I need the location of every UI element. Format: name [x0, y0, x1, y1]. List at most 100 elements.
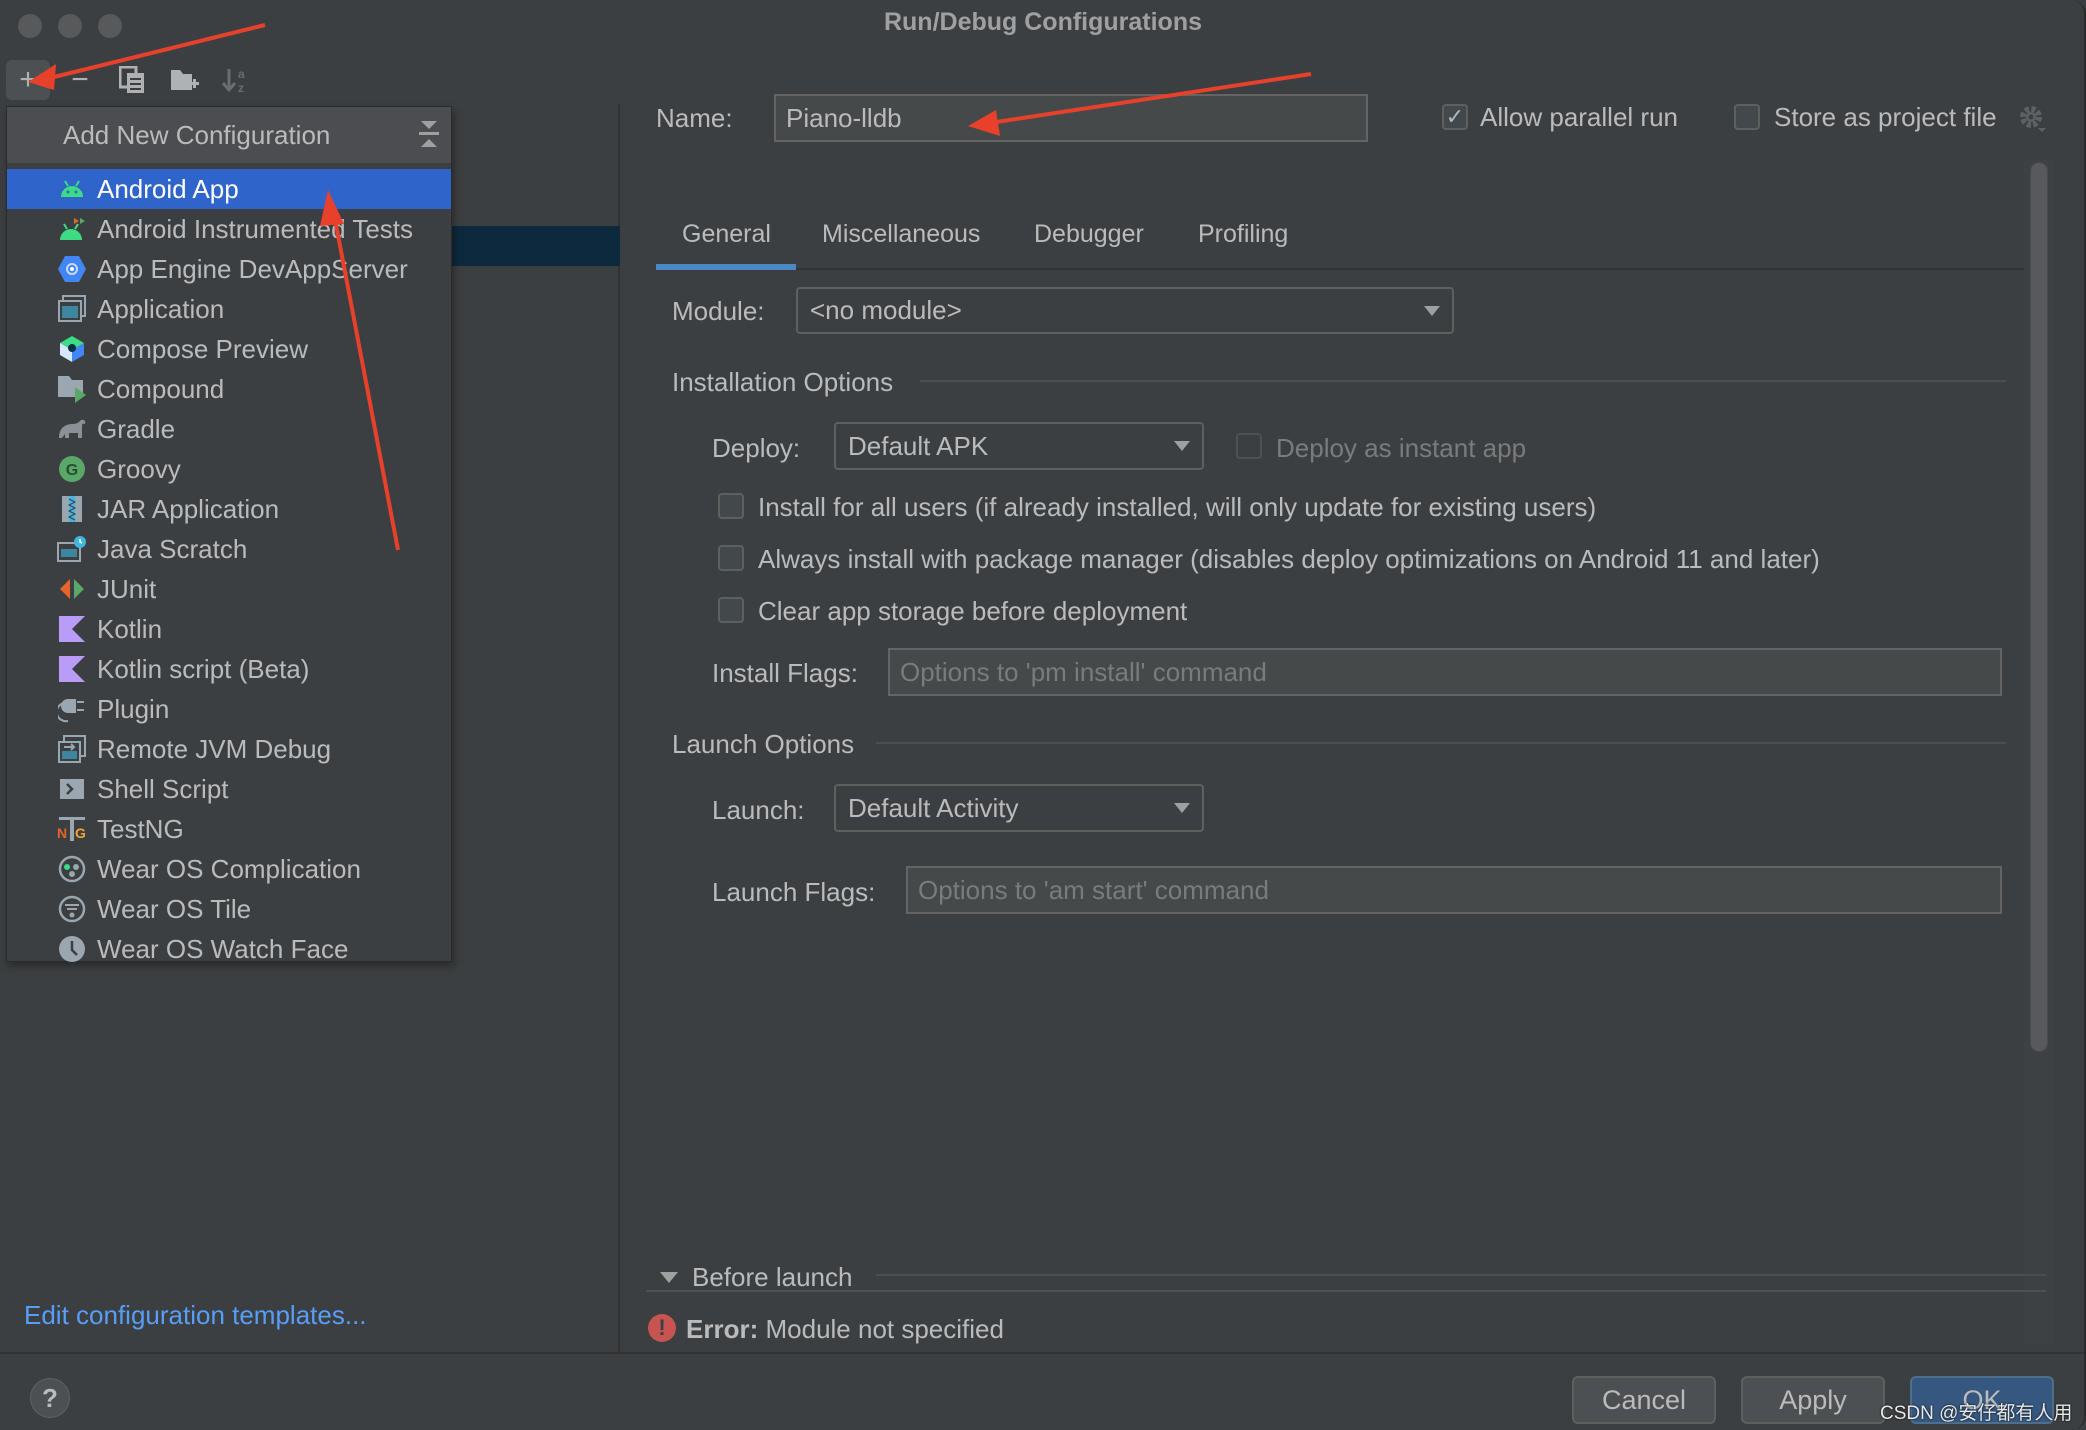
before-launch-divider [876, 1274, 2046, 1276]
plus-icon: + [19, 63, 37, 96]
kotlin-icon [57, 614, 87, 644]
store-as-project-file-checkbox[interactable] [1734, 104, 1760, 130]
popup-item-compose-preview[interactable]: Compose Preview [7, 329, 451, 369]
popup-item-plugin[interactable]: Plugin [7, 689, 451, 729]
popup-item-label: Compound [97, 373, 225, 404]
popup-item-shell-script[interactable]: Shell Script [7, 769, 451, 809]
module-dropdown[interactable]: <no module> [796, 287, 1454, 334]
wear-watchface-icon [57, 934, 87, 964]
popup-title: Add New Configuration [63, 119, 331, 150]
android-icon [57, 174, 87, 204]
installation-options-heading: Installation Options [672, 367, 894, 397]
install-flags-field[interactable] [888, 648, 2002, 696]
error-prefix: Error: [686, 1314, 759, 1344]
allow-parallel-run-label: Allow parallel run [1480, 102, 1678, 132]
popup-item-label: Android App [97, 173, 239, 204]
name-input[interactable] [786, 102, 1366, 134]
installation-options-divider [920, 380, 2006, 382]
popup-item-label: App Engine DevAppServer [97, 253, 408, 284]
clear-app-storage-checkbox[interactable] [718, 597, 744, 623]
before-launch-toggle[interactable]: Before launch [660, 1262, 852, 1293]
allow-parallel-run-checkbox[interactable]: ✓ [1442, 104, 1468, 130]
remove-configuration-button[interactable]: − [58, 60, 102, 100]
install-for-all-users-checkbox[interactable] [718, 493, 744, 519]
always-install-package-manager-checkbox[interactable] [718, 545, 744, 571]
add-configuration-button[interactable]: + [6, 60, 50, 100]
popup-item-remote-jvm-debug[interactable]: Remote JVM Debug [7, 729, 451, 769]
collapse-all-icon[interactable] [417, 117, 441, 151]
watermark-text: CSDN @安仔都有人用 [1880, 1403, 2073, 1424]
cancel-button[interactable]: Cancel [1572, 1376, 1716, 1424]
wear-tile-icon [57, 894, 87, 924]
launch-flags-label: Launch Flags: [712, 877, 876, 907]
java-scratch-icon [57, 534, 87, 564]
popup-item-label: Kotlin [97, 613, 163, 644]
before-launch-label: Before launch [692, 1262, 853, 1292]
popup-item-android-instrumented-tests[interactable]: Android Instrumented Tests [7, 209, 451, 249]
popup-item-app-engine-devappserver[interactable]: App Engine DevAppServer [7, 249, 451, 289]
application-icon [57, 294, 87, 324]
deploy-dropdown[interactable]: Default APK [834, 422, 1204, 470]
launch-flags-field[interactable] [906, 866, 2002, 914]
launch-flags-input[interactable] [918, 874, 2000, 906]
testng-icon: NG [57, 814, 87, 844]
apply-button[interactable]: Apply [1741, 1376, 1885, 1424]
compose-preview-icon [57, 334, 87, 364]
popup-item-testng[interactable]: NG TestNG [7, 809, 451, 849]
install-flags-input[interactable] [900, 656, 2000, 688]
dialog-title: Run/Debug Configurations [883, 8, 1203, 36]
name-field[interactable] [774, 94, 1368, 142]
popup-item-kotlin-script-beta[interactable]: Kotlin script (Beta) [7, 649, 451, 689]
tab-general[interactable]: General [682, 220, 771, 249]
popup-item-jar-application[interactable]: JAR Application [7, 489, 451, 529]
popup-item-java-scratch[interactable]: Java Scratch [7, 529, 451, 569]
edit-configuration-templates-link[interactable]: Edit configuration templates... [24, 1300, 367, 1331]
copy-configuration-button[interactable] [110, 60, 154, 100]
sort-button[interactable]: az [214, 60, 258, 100]
popup-item-label: Kotlin script (Beta) [97, 653, 310, 684]
popup-item-label: Plugin [97, 693, 170, 724]
before-launch-bottom-line [646, 1290, 2046, 1292]
module-value: <no module> [810, 295, 962, 325]
popup-item-application[interactable]: Application [7, 289, 451, 329]
popup-item-wear-os-complication[interactable]: Wear OS Complication [7, 849, 451, 889]
tab-miscellaneous[interactable]: Miscellaneous [822, 220, 980, 249]
popup-item-label: Wear OS Watch Face [97, 933, 349, 964]
deploy-as-instant-app-checkbox[interactable] [1236, 433, 1262, 459]
tab-profiling[interactable]: Profiling [1198, 220, 1288, 249]
compound-icon [57, 374, 87, 404]
popup-item-label: Application [97, 293, 225, 324]
popup-item-wear-os-watch-face[interactable]: Wear OS Watch Face [7, 929, 451, 969]
gradle-icon [57, 414, 87, 444]
popup-item-junit[interactable]: JUnit [7, 569, 451, 609]
new-folder-icon [171, 70, 199, 90]
launch-dropdown[interactable]: Default Activity [834, 784, 1204, 832]
svg-text:G: G [66, 462, 78, 479]
form-scrollbar-thumb[interactable] [2030, 162, 2048, 1052]
launch-options-divider [876, 742, 2006, 744]
popup-item-wear-os-tile[interactable]: Wear OS Tile [7, 889, 451, 929]
popup-item-label: Java Scratch [97, 533, 248, 564]
clear-app-storage-label: Clear app storage before deployment [758, 596, 1188, 626]
remote-debug-icon [57, 734, 87, 764]
new-folder-button[interactable] [163, 60, 207, 100]
run-debug-configurations-dialog: Run/Debug Configurations + − az Edit con… [0, 0, 2086, 1430]
svg-text:z: z [238, 81, 244, 95]
popup-item-android-app[interactable]: Android App [7, 169, 451, 209]
popup-item-kotlin[interactable]: Kotlin [7, 609, 451, 649]
deploy-as-instant-app-label: Deploy as instant app [1276, 433, 1527, 463]
help-button[interactable]: ? [30, 1378, 70, 1418]
popup-item-gradle[interactable]: Gradle [7, 409, 451, 449]
launch-value: Default Activity [848, 792, 1019, 823]
popup-item-compound[interactable]: Compound [7, 369, 451, 409]
popup-item-groovy[interactable]: G Groovy [7, 449, 451, 489]
minus-icon: − [71, 63, 89, 96]
tab-debugger[interactable]: Debugger [1034, 220, 1144, 249]
kotlin-script-icon [57, 654, 87, 684]
chevron-down-icon [1174, 441, 1190, 451]
gear-icon[interactable] [2018, 104, 2048, 134]
deploy-label: Deploy: [712, 433, 801, 463]
wear-complication-icon [57, 854, 87, 884]
plugin-icon [57, 694, 87, 724]
selected-configuration-row[interactable] [452, 226, 620, 266]
